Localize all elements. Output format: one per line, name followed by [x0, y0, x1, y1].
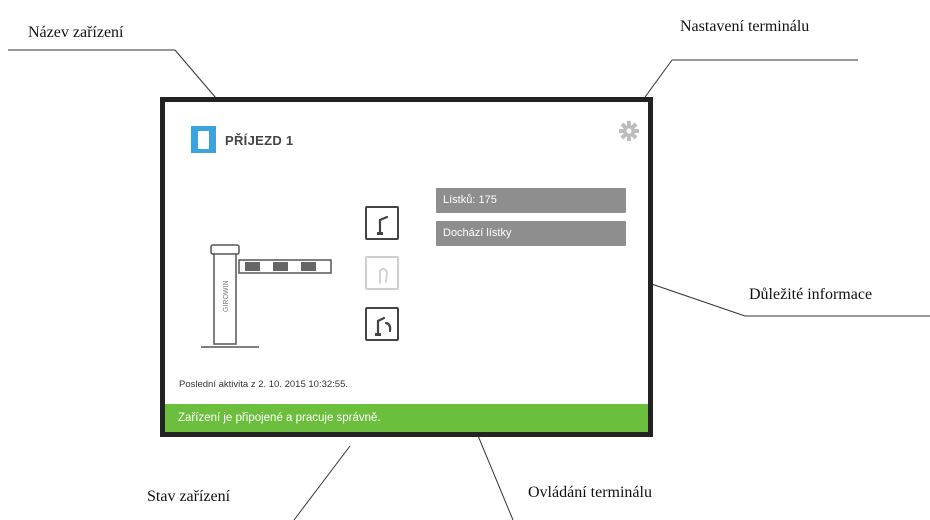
cycle-barrier-button[interactable] [365, 307, 399, 341]
info-tickets-low: Dochází lístky [436, 221, 626, 246]
callout-important-info: Důležité informace [749, 286, 873, 303]
callout-device-status: Stav zařízení [147, 488, 231, 505]
status-bar: Zařízení je připojené a pracuje správně. [165, 404, 648, 432]
info-tickets-count: Lístků: 175 [436, 188, 626, 213]
barrier-close-icon [379, 267, 388, 284]
callout-terminal-control: Ovládání terminálu [528, 484, 652, 501]
settings-gear-icon[interactable] [618, 120, 640, 142]
callout-device-name: Název zařízení [28, 24, 124, 41]
barrier-open-icon [377, 215, 389, 235]
last-activity-text: Poslední aktivita z 2. 10. 2015 10:32:55… [179, 379, 349, 390]
open-barrier-button[interactable] [365, 206, 399, 240]
close-barrier-button[interactable] [365, 256, 399, 290]
barrier-gate-illustration: GIROWIN [201, 242, 341, 359]
callout-terminal-settings: Nastavení terminálu [680, 18, 810, 35]
device-name: PŘÍJEZD 1 [225, 133, 294, 148]
barrier-brand-label: GIROWIN [223, 281, 230, 313]
barrier-cycle-icon [375, 316, 392, 336]
door-icon [191, 126, 216, 153]
terminal-card: PŘÍJEZD 1 GIROWIN Lístků: 175 Dochází lí… [160, 97, 653, 437]
